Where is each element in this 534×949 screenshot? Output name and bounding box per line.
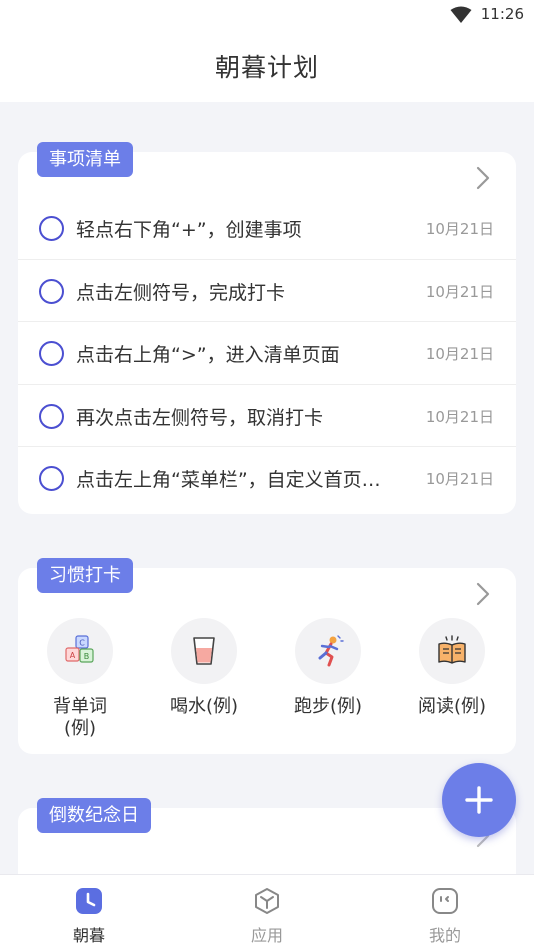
open-book-icon [438,635,466,664]
habit-label: 背单词 (例) [53,696,107,739]
habit-icon-bubble[interactable] [419,618,485,684]
todo-list-card: 事项清单 轻点右下角“+”，创建事项 10月21日 点击左侧符号，完成打卡 10… [18,142,516,514]
habit-item[interactable]: C A B 背单词 (例) [18,618,142,740]
status-time: 11:26 [480,5,524,23]
cube-icon [255,888,279,914]
countdown-card-tag: 倒数纪念日 [37,798,151,833]
status-bar: 11:26 [0,0,534,30]
todo-list: 轻点右下角“+”，创建事项 10月21日 点击左侧符号，完成打卡 10月21日 … [18,197,516,510]
runner-icon [318,635,344,667]
habit-item[interactable]: 阅读(例) [390,618,514,718]
todo-item[interactable]: 再次点击左侧符号，取消打卡 10月21日 [18,385,516,447]
tab-label: 朝暮 [72,926,105,945]
bottom-tab-bar: 朝暮 应用 我的 [0,874,534,949]
todo-item[interactable]: 点击左侧符号，完成打卡 10月21日 [18,260,516,322]
habit-item[interactable]: 喝水(例) [142,618,266,718]
todo-text: 点击左上角“菜单栏”，自定义首页… [76,469,381,491]
habit-icon-bubble[interactable]: C A B [47,618,113,684]
page-title: 朝暮计划 [214,53,319,82]
todo-date: 10月21日 [425,220,494,238]
abc-blocks-icon: C A B [65,635,94,663]
tab-label: 应用 [250,926,283,945]
todo-text: 再次点击左侧符号，取消打卡 [76,406,324,429]
habit-item[interactable]: 跑步(例) [266,618,390,718]
todo-item[interactable]: 点击左上角“菜单栏”，自定义首页… 10月21日 [18,447,516,510]
todo-text: 点击右上角“>”，进入清单页面 [76,344,340,366]
todo-checkbox[interactable] [39,341,64,366]
tab-mine[interactable]: 我的 [385,887,505,946]
svg-text:C: C [79,639,85,648]
habit-row: C A B 背单词 (例) 喝水(例) 跑步(例) 阅读(例) [18,618,516,748]
face-icon [432,888,458,914]
app-bar: 朝暮计划 [0,30,534,102]
todo-text: 点击左侧符号，完成打卡 [76,281,286,304]
habit-icon-bubble[interactable] [171,618,237,684]
tab-apps[interactable]: 应用 [207,887,327,946]
todo-open-chevron-icon[interactable] [476,166,490,190]
habit-label: 跑步(例) [293,696,363,717]
todo-date: 10月21日 [425,282,494,301]
todo-card-tag: 事项清单 [37,142,133,177]
todo-date: 10月21日 [425,470,494,488]
habit-label: 喝水(例) [169,696,239,717]
todo-checkbox[interactable] [39,403,64,429]
habit-icon-bubble[interactable] [295,618,361,684]
svg-text:B: B [84,652,90,661]
habit-card: 习惯打卡 C A B 背单词 (例) 喝水(例) 跑步(例) 阅读(例) [18,558,516,754]
tab-zhaomu[interactable]: 朝暮 [29,887,149,946]
todo-text: 轻点右下角“+”，创建事项 [76,219,302,241]
habit-open-chevron-icon[interactable] [476,582,490,606]
clock-icon [76,888,102,914]
add-item-button[interactable] [442,763,516,837]
todo-checkbox[interactable] [39,466,64,491]
todo-item[interactable]: 点击右上角“>”，进入清单页面 10月21日 [18,322,516,385]
water-glass-icon [193,637,215,665]
plus-icon [465,786,493,814]
todo-checkbox[interactable] [39,278,64,304]
habit-card-tag: 习惯打卡 [37,558,133,593]
habit-label: 阅读(例) [417,696,487,717]
todo-item[interactable]: 轻点右下角“+”，创建事项 10月21日 [18,197,516,260]
tab-label: 我的 [428,926,461,945]
todo-checkbox[interactable] [39,216,64,241]
todo-date: 10月21日 [425,407,494,426]
wifi-icon [450,6,472,23]
svg-text:A: A [70,651,76,660]
todo-date: 10月21日 [425,345,494,363]
